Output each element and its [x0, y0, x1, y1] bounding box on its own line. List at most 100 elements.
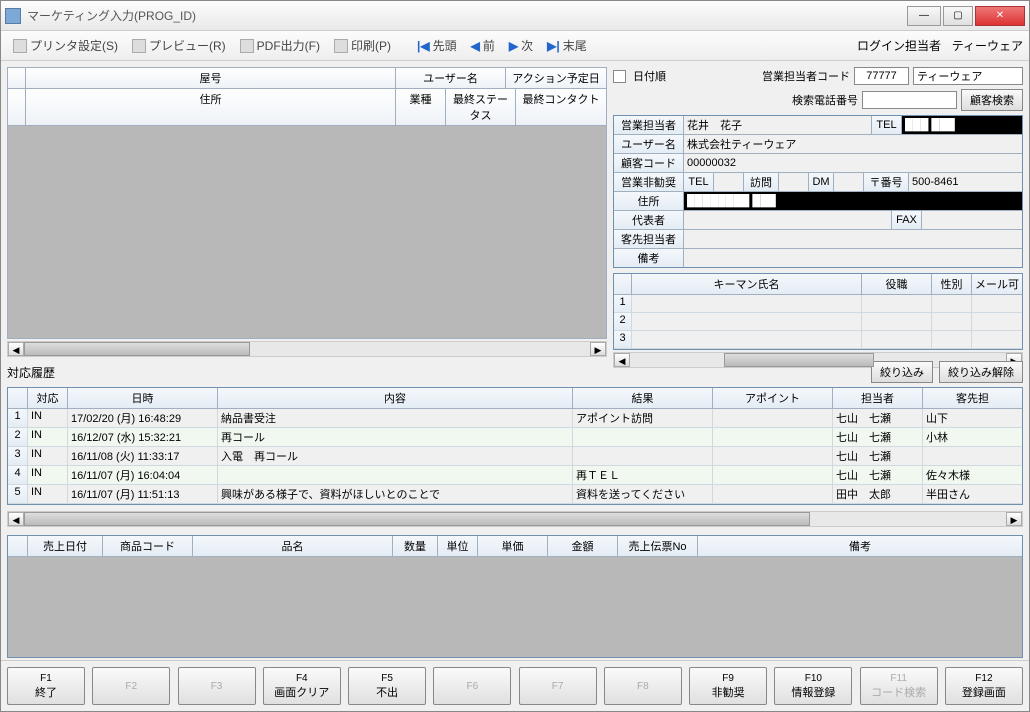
keyman-row[interactable]: 2	[614, 313, 1022, 331]
col-prod-code: 商品コード	[103, 536, 193, 556]
lbl-tel: TEL	[872, 116, 902, 134]
scroll-thumb[interactable]	[24, 512, 810, 526]
keyman-row[interactable]: 3	[614, 331, 1022, 349]
lbl-contact: 客先担当者	[614, 230, 684, 248]
col-datetime: 日時	[68, 388, 218, 408]
col-content: 内容	[218, 388, 573, 408]
val-address: ████████ ███	[684, 192, 1022, 210]
col-prod-name: 品名	[193, 536, 393, 556]
minimize-button[interactable]: —	[907, 6, 941, 26]
search-phone-label: 検索電話番号	[792, 92, 858, 108]
preview-button[interactable]: プレビュー(R)	[126, 34, 232, 57]
cell-in: IN	[28, 485, 68, 503]
fkey-f12[interactable]: F12登録画面	[945, 667, 1023, 705]
cell-contact: 佐々木様	[923, 466, 1022, 484]
keyman-row[interactable]: 1	[614, 295, 1022, 313]
cell-content: 納品書受注	[218, 409, 573, 427]
date-order-checkbox[interactable]	[613, 70, 626, 83]
customer-list-body[interactable]	[7, 126, 607, 339]
sales-rep-name-display	[913, 67, 1023, 85]
row-number: 5	[8, 485, 28, 503]
pdf-icon	[240, 39, 254, 53]
col-address: 住所	[26, 88, 396, 125]
function-key-bar: F1終了F2F3F4画面クリアF5不出F6F7F8F9非勧奨F10情報登録F11…	[1, 660, 1029, 711]
col-keyman-name: キーマン氏名	[632, 274, 862, 294]
fkey-f5[interactable]: F5不出	[348, 667, 426, 705]
scroll-thumb[interactable]	[724, 353, 874, 367]
fkey-number: F8	[637, 681, 649, 692]
val-tel2	[714, 173, 744, 191]
val-sales-rep: 花井 花子	[684, 116, 872, 134]
lbl-sales-rep: 営業担当者	[614, 116, 684, 134]
val-user-name: 株式会社ティーウェア	[684, 135, 1022, 153]
customer-list-hscroll[interactable]: ◀ ▶	[7, 341, 607, 357]
fkey-number: F6	[466, 681, 478, 692]
val-note	[684, 249, 1022, 267]
scroll-right-icon[interactable]: ▶	[1006, 512, 1022, 526]
sales-grid-body[interactable]	[8, 557, 1022, 657]
fkey-f1[interactable]: F1終了	[7, 667, 85, 705]
fkey-f10[interactable]: F10情報登録	[774, 667, 852, 705]
history-row[interactable]: 1 IN 17/02/20 (月) 16:48:29 納品書受注 アポイント訪問…	[8, 409, 1022, 428]
col-sales-date: 売上日付	[28, 536, 103, 556]
fkey-f9[interactable]: F9非勧奨	[689, 667, 767, 705]
history-grid: 対応 日時 内容 結果 アポイント 担当者 客先担 1 IN 17/02/20 …	[7, 387, 1023, 505]
cell-appoint	[713, 428, 833, 446]
history-row[interactable]: 4 IN 16/11/07 (月) 16:04:04 再ＴＥＬ 七山 七瀬 佐々…	[8, 466, 1022, 485]
fkey-label: 非勧奨	[712, 684, 745, 700]
scroll-thumb[interactable]	[24, 342, 250, 356]
history-hscroll[interactable]: ◀ ▶	[7, 511, 1023, 527]
sales-grid: 売上日付 商品コード 品名 数量 単位 単価 金額 売上伝票No 備考	[7, 535, 1023, 658]
cell-content: 入電 再コール	[218, 447, 573, 465]
print-button[interactable]: 印刷(P)	[328, 34, 397, 57]
history-row[interactable]: 3 IN 16/11/08 (火) 11:33:17 入電 再コール 七山 七瀬	[8, 447, 1022, 466]
cell-datetime: 16/11/07 (月) 11:51:13	[68, 485, 218, 503]
cell-result	[573, 428, 713, 446]
keyman-hscroll[interactable]: ◀ ▶	[613, 352, 1023, 368]
printer-settings-button[interactable]: プリンタ設定(S)	[7, 34, 124, 57]
scroll-left-icon[interactable]: ◀	[8, 512, 24, 526]
val-contact	[684, 230, 1022, 248]
fkey-number: F3	[211, 681, 223, 692]
nav-prev-button[interactable]: ◀前	[465, 34, 501, 57]
nav-first-button[interactable]: |◀先頭	[411, 34, 463, 57]
fkey-label: 画面クリア	[274, 684, 329, 700]
col-unit: 単位	[438, 536, 478, 556]
customer-list-header: 屋号 ユーザー名 アクション予定日 住所 業種 最終ステータス 最終コンタクト	[7, 67, 607, 126]
lbl-dm: DM	[809, 173, 834, 191]
last-icon: ▶|	[547, 39, 560, 53]
fkey-f3: F3	[178, 667, 256, 705]
sales-rep-code-input[interactable]	[854, 67, 909, 85]
nav-last-button[interactable]: ▶|末尾	[541, 34, 593, 57]
cell-appoint	[713, 447, 833, 465]
lbl-address: 住所	[614, 192, 684, 210]
cell-contact: 山下	[923, 409, 1022, 427]
val-cust-code: 00000032	[684, 154, 1022, 172]
fkey-f4[interactable]: F4画面クリア	[263, 667, 341, 705]
close-button[interactable]: ✕	[975, 6, 1025, 26]
col-result: 結果	[573, 388, 713, 408]
lbl-fax: FAX	[892, 211, 922, 229]
lbl-no-solicit: 営業非勧奨	[614, 173, 684, 191]
history-row[interactable]: 2 IN 16/12/07 (水) 15:32:21 再コール 七山 七瀬 小林	[8, 428, 1022, 447]
nav-next-button[interactable]: ▶次	[503, 34, 539, 57]
search-phone-input[interactable]	[862, 91, 957, 109]
lbl-tel2: TEL	[684, 173, 714, 191]
keyman-grid: キーマン氏名 役職 性別 メール可 123	[613, 273, 1023, 350]
col-contact: 客先担	[923, 388, 1022, 408]
scroll-left-icon[interactable]: ◀	[8, 342, 24, 356]
app-icon	[5, 8, 21, 24]
col-price: 単価	[478, 536, 548, 556]
cell-datetime: 17/02/20 (月) 16:48:29	[68, 409, 218, 427]
fkey-label: 情報登録	[791, 684, 835, 700]
fkey-number: F10	[805, 673, 822, 684]
col-in: 対応	[28, 388, 68, 408]
pdf-export-button[interactable]: PDF出力(F)	[234, 34, 326, 57]
maximize-button[interactable]: ▢	[943, 6, 973, 26]
cell-in: IN	[28, 447, 68, 465]
cell-staff: 七山 七瀬	[833, 466, 923, 484]
customer-search-button[interactable]: 顧客検索	[961, 89, 1023, 111]
scroll-right-icon[interactable]: ▶	[590, 342, 606, 356]
history-row[interactable]: 5 IN 16/11/07 (月) 11:51:13 興味がある様子で、資料がほ…	[8, 485, 1022, 504]
app-window: マーケティング入力(PROG_ID) — ▢ ✕ プリンタ設定(S) プレビュー…	[0, 0, 1030, 712]
